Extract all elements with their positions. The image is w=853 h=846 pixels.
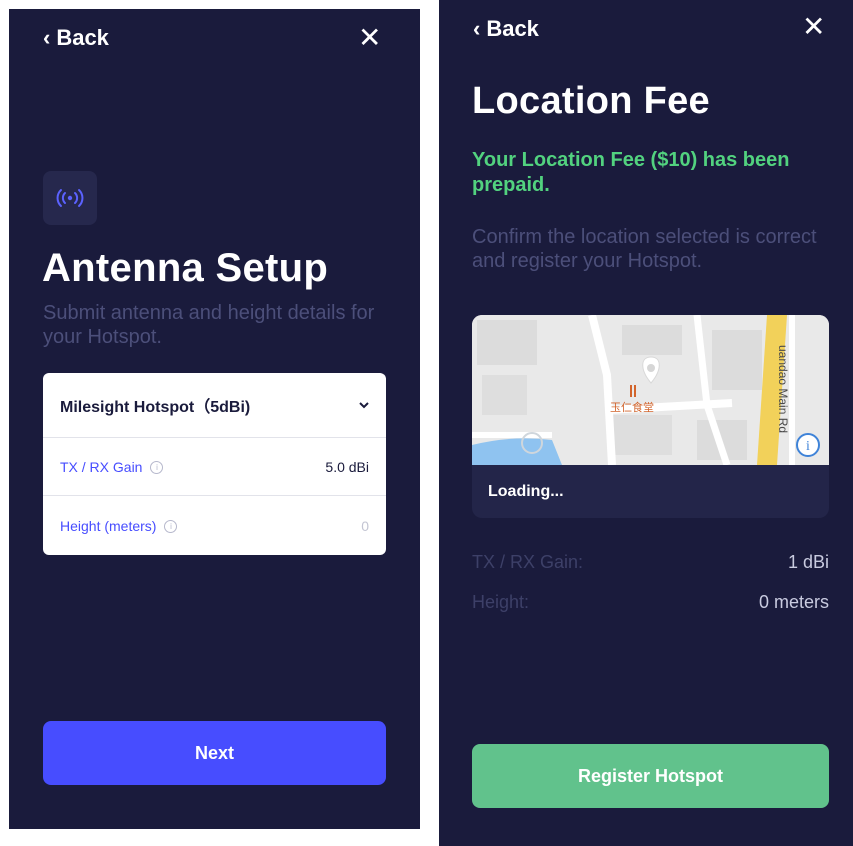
location-fee-screen: ‹ Back ✕ Location Fee Your Location Fee …	[439, 0, 853, 846]
antenna-select-value: Milesight Hotspot（5dBi)	[60, 399, 251, 416]
antenna-select[interactable]: Milesight Hotspot（5dBi)	[43, 373, 386, 438]
antenna-form-card: Milesight Hotspot（5dBi) TX / RX Gain i 5…	[43, 373, 386, 555]
gain-field[interactable]: TX / RX Gain i 5.0 dBi	[43, 439, 386, 496]
gain-detail-key: TX / RX Gain:	[472, 552, 584, 572]
gain-detail-row: TX / RX Gain: 1 dBi	[472, 552, 829, 573]
close-button[interactable]: ✕	[802, 13, 825, 41]
info-icon[interactable]: i	[164, 519, 178, 533]
next-button[interactable]: Next	[43, 721, 386, 785]
height-label: Height (meters)	[60, 518, 157, 534]
location-map[interactable]: i uandao Main Rd 玉仁食堂	[472, 315, 829, 467]
page-subtitle: Submit antenna and height details for yo…	[43, 302, 375, 348]
page-title: Location Fee	[472, 80, 710, 122]
map-loading-text: Loading...	[488, 483, 564, 500]
register-button-label: Register Hotspot	[577, 765, 723, 786]
height-detail-value: 0 meters	[758, 592, 829, 612]
confirm-message: Confirm the location selected is correct…	[472, 226, 817, 272]
antenna-setup-screen: ‹ Back ✕ Antenna Setup Submit antenna an…	[9, 9, 420, 829]
gain-label: TX / RX Gain	[60, 459, 143, 475]
antenna-icon	[43, 171, 97, 225]
back-button[interactable]: ‹ Back	[473, 16, 539, 42]
fee-status-message: Your Location Fee ($10) has been prepaid…	[472, 149, 790, 196]
chevron-left-icon: ‹	[473, 16, 481, 41]
chevron-down-icon	[359, 396, 369, 414]
height-detail-row: Height: 0 meters	[472, 592, 829, 613]
close-icon: ✕	[358, 22, 382, 53]
road-label: uandao Main Rd	[776, 345, 790, 434]
back-button[interactable]: ‹ Back	[43, 25, 109, 51]
height-field[interactable]: Height (meters) i 0	[43, 497, 386, 555]
poi-label: 玉仁食堂	[610, 402, 654, 414]
close-button[interactable]: ✕	[358, 24, 381, 52]
gain-value: 5.0 dBi	[325, 459, 369, 475]
next-button-label: Next	[194, 742, 234, 763]
height-value: 0	[361, 518, 369, 534]
back-label: Back	[486, 16, 539, 41]
info-icon[interactable]: i	[150, 460, 164, 474]
gain-detail-value: 1 dBi	[787, 552, 829, 572]
page-title: Antenna Setup	[42, 246, 329, 290]
height-detail-key: Height:	[472, 592, 530, 612]
location-map-card: i uandao Main Rd 玉仁食堂 Loading...	[472, 315, 829, 518]
back-label: Back	[56, 25, 109, 50]
chevron-left-icon: ‹	[43, 25, 51, 50]
close-icon: ✕	[802, 11, 826, 42]
svg-text:i: i	[806, 439, 810, 454]
register-hotspot-button[interactable]: Register Hotspot	[472, 744, 829, 808]
